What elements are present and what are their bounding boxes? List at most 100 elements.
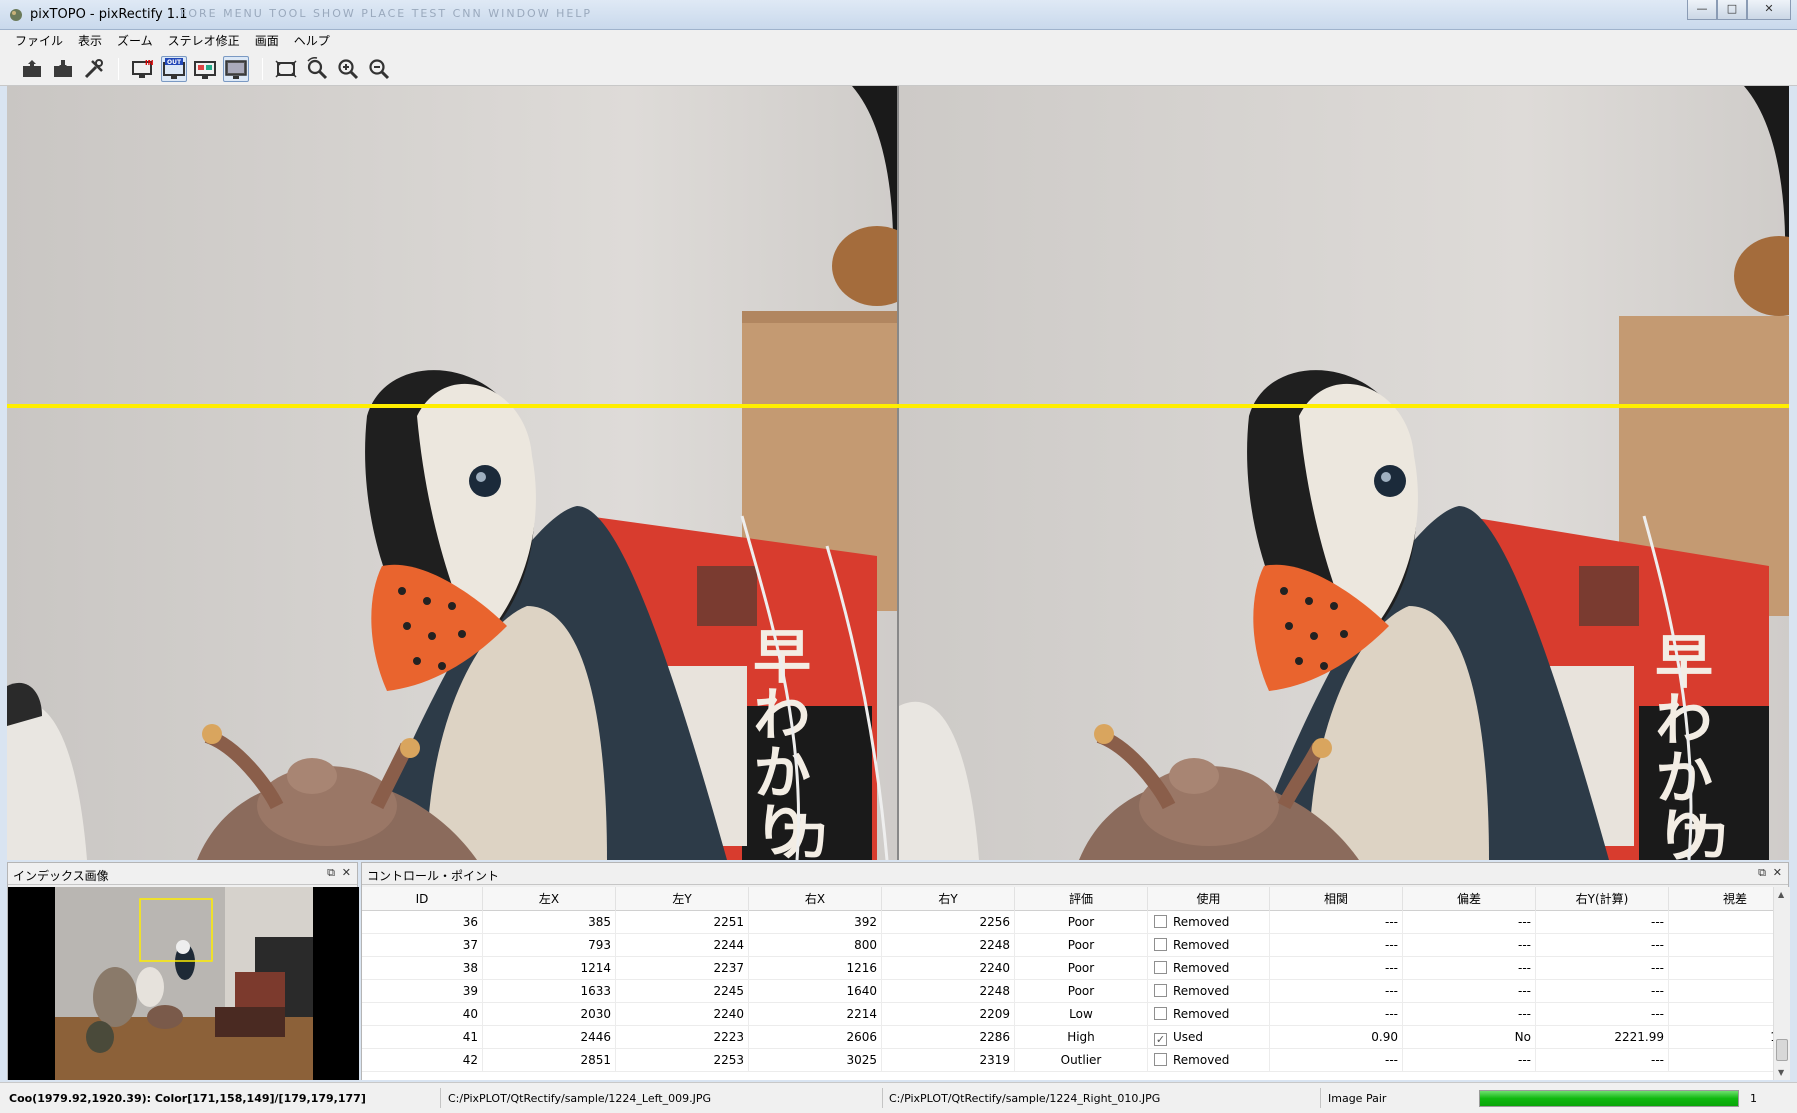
close-button[interactable]: ✕ <box>1747 0 1791 20</box>
cell-correlation: 0.90 <box>1270 1026 1403 1049</box>
use-checkbox[interactable] <box>1154 938 1167 951</box>
cell-right-y: 2209 <box>882 1003 1015 1026</box>
menu-stereo-rectify[interactable]: ステレオ修正 <box>161 30 248 50</box>
scroll-up-icon[interactable]: ▲ <box>1778 890 1784 899</box>
right-image-pane[interactable]: 早わかり カ <box>899 86 1789 860</box>
cell-disparity: --- <box>1669 1003 1790 1026</box>
cell-rating: High <box>1015 1026 1148 1049</box>
cell-disparity: --- <box>1669 1049 1790 1072</box>
cell-left-x: 1633 <box>483 980 616 1003</box>
cell-left-x: 2030 <box>483 1003 616 1026</box>
table-row[interactable]: 3779322448002248PoorRemoved------------ <box>362 934 1790 957</box>
col-use[interactable]: 使用 <box>1148 887 1270 911</box>
index-image-panel: インデックス画像 ⧉ ✕ <box>7 862 359 1080</box>
cell-id: 36 <box>362 911 483 934</box>
table-scrollbar[interactable]: ▲ ▼ <box>1773 887 1790 1080</box>
table-row[interactable]: 41 2446 2223 2606 2286 High ✓ Used 0.90 No 2221.99… <box>362 1026 1790 1049</box>
cell-id: 42 <box>362 1049 483 1072</box>
index-panel-title: インデックス画像 <box>13 869 109 883</box>
menu-view[interactable]: 表示 <box>71 30 110 50</box>
cell-deviation: --- <box>1403 1003 1536 1026</box>
scrollbar-thumb[interactable] <box>1776 1039 1788 1061</box>
cell-id: 41 <box>362 1026 483 1049</box>
monitor-out-icon[interactable]: OUT <box>161 56 187 82</box>
col-left-y[interactable]: 左Y <box>616 887 749 911</box>
col-right-y[interactable]: 右Y <box>882 887 1015 911</box>
cp-panel-title: コントロール・ポイント <box>367 869 500 883</box>
status-bar: Coo(1979.92,1920.39): Color[171,158,149]… <box>0 1082 1797 1113</box>
minimize-button[interactable]: — <box>1687 0 1717 20</box>
cell-right-y: 2248 <box>882 980 1015 1003</box>
col-right-x[interactable]: 右X <box>749 887 882 911</box>
use-checkbox[interactable]: ✓ <box>1154 1033 1167 1046</box>
use-checkbox[interactable] <box>1154 961 1167 974</box>
cursor-coords: Coo(1979.92,1920.39): Color[171,158,149]… <box>9 1092 366 1105</box>
use-checkbox[interactable] <box>1154 1007 1167 1020</box>
cell-id: 40 <box>362 1003 483 1026</box>
scroll-down-icon[interactable]: ▼ <box>1778 1068 1784 1077</box>
table-row[interactable]: 381214223712162240PoorRemoved-----------… <box>362 957 1790 980</box>
page-number: 1 <box>1750 1092 1757 1105</box>
use-checkbox[interactable] <box>1154 915 1167 928</box>
col-deviation[interactable]: 偏差 <box>1403 887 1536 911</box>
cell-left-y: 2237 <box>616 957 749 980</box>
zoom-in-icon[interactable] <box>335 56 361 82</box>
col-correlation[interactable]: 相関 <box>1270 887 1403 911</box>
col-disparity[interactable]: 視差 <box>1669 887 1790 911</box>
float-icon[interactable]: ⧉ <box>1758 866 1766 880</box>
use-label: Removed <box>1173 984 1230 998</box>
menu-zoom[interactable]: ズーム <box>110 30 161 50</box>
cell-use: Removed <box>1148 1003 1270 1026</box>
save-icon[interactable] <box>50 56 76 82</box>
stereo-viewer[interactable]: 早わかり カ 早わかり カ <box>7 86 1789 860</box>
cell-left-x: 385 <box>483 911 616 934</box>
table-row[interactable]: 402030224022142209LowRemoved------------ <box>362 1003 1790 1026</box>
cell-left-y: 2244 <box>616 934 749 957</box>
cell-right-x: 800 <box>749 934 882 957</box>
cell-correlation: --- <box>1270 934 1403 957</box>
monitor-in-icon[interactable]: IN <box>130 56 156 82</box>
col-rating[interactable]: 評価 <box>1015 887 1148 911</box>
cell-left-x: 1214 <box>483 957 616 980</box>
use-checkbox[interactable] <box>1154 1053 1167 1066</box>
cell-id: 39 <box>362 980 483 1003</box>
cell-deviation: --- <box>1403 934 1536 957</box>
table-row[interactable]: 3638522513922256PoorRemoved------------ <box>362 911 1790 934</box>
fit-window-icon[interactable] <box>273 56 299 82</box>
col-right-y-calc[interactable]: 右Y(計算) <box>1536 887 1669 911</box>
use-label: Removed <box>1173 961 1230 975</box>
float-icon[interactable]: ⧉ <box>327 866 335 880</box>
menu-file[interactable]: ファイル <box>8 30 71 50</box>
cell-id: 37 <box>362 934 483 957</box>
left-image-pane[interactable]: 早わかり カ <box>7 86 897 860</box>
cell-right-x: 392 <box>749 911 882 934</box>
cell-deviation: --- <box>1403 911 1536 934</box>
zoom-reset-icon[interactable] <box>304 56 330 82</box>
title-bar: pixTOPO - pixRectify 1.1 FORE MENU TOOL … <box>0 0 1797 30</box>
close-icon[interactable]: ✕ <box>342 866 351 879</box>
maximize-button[interactable]: □ <box>1717 0 1747 20</box>
tools-icon[interactable] <box>81 56 107 82</box>
index-thumbnail[interactable] <box>8 887 359 1080</box>
menu-screen[interactable]: 画面 <box>248 30 287 50</box>
open-folder-icon[interactable] <box>19 56 45 82</box>
cell-correlation: --- <box>1270 980 1403 1003</box>
col-id[interactable]: ID <box>362 887 483 911</box>
close-icon[interactable]: ✕ <box>1773 866 1782 879</box>
monitor-stereo-icon[interactable] <box>192 56 218 82</box>
col-left-x[interactable]: 左X <box>483 887 616 911</box>
cell-deviation: --- <box>1403 1049 1536 1072</box>
use-checkbox[interactable] <box>1154 984 1167 997</box>
monitor-icon[interactable] <box>223 56 249 82</box>
control-point-table[interactable]: ID 左X 左Y 右X 右Y 評価 使用 相関 偏差 右Y(計算) 視差 36 3… <box>362 887 1790 1080</box>
cell-right-y-calc: --- <box>1536 1049 1669 1072</box>
menu-help[interactable]: ヘルプ <box>287 30 338 50</box>
zoom-out-icon[interactable] <box>366 56 392 82</box>
table-row[interactable]: 391633224516402248PoorRemoved-----------… <box>362 980 1790 1003</box>
cell-right-y: 2286 <box>882 1026 1015 1049</box>
cell-disparity: --- <box>1669 911 1790 934</box>
table-row[interactable]: 42 2851 2253 3025 2319 Outlier Removed --- --- --… <box>362 1049 1790 1072</box>
control-point-panel: コントロール・ポイント ⧉ ✕ ID 左X 左Y 右X 右Y 評価 使用 相関 … <box>361 862 1790 1080</box>
cell-right-y: 2248 <box>882 934 1015 957</box>
use-label: Used <box>1173 1030 1204 1044</box>
